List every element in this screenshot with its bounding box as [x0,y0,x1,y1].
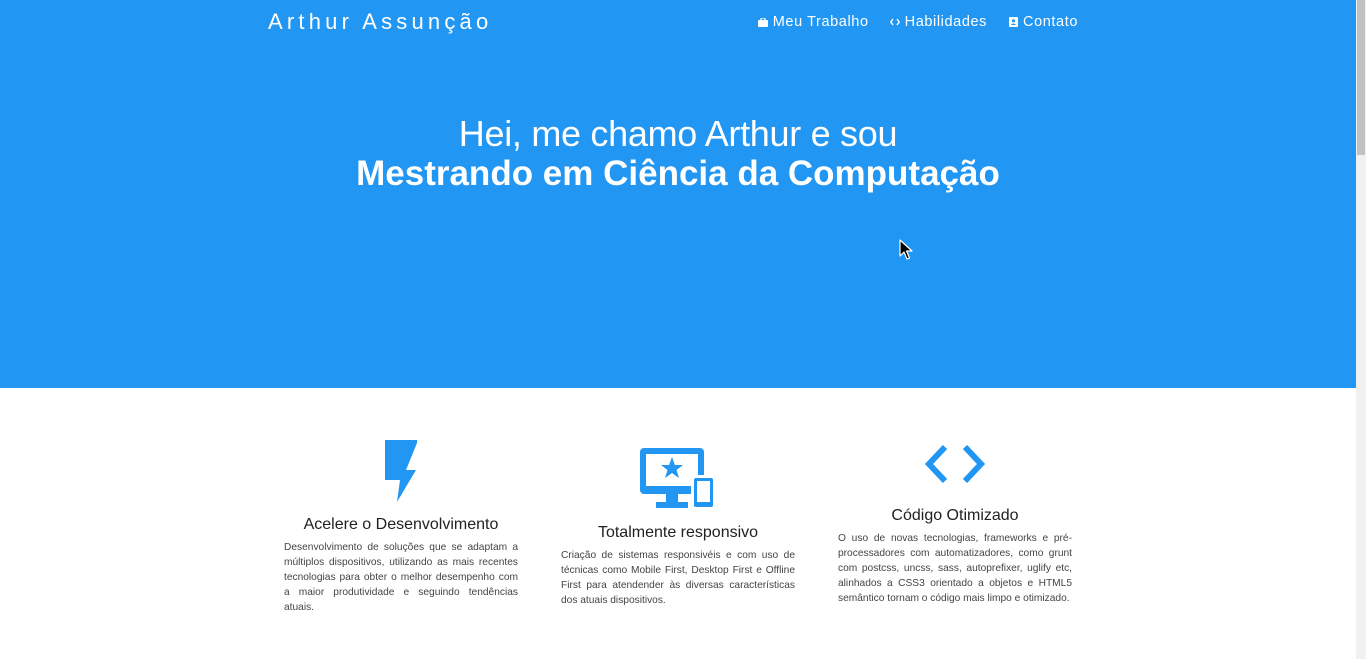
hero-section: Arthur Assunção Meu Trabalho Habilidades… [0,0,1356,388]
nav-item-meu-trabalho[interactable]: Meu Trabalho [757,12,869,32]
briefcase-icon [757,17,768,27]
hero-intro: Hei, me chamo Arthur e sou [458,113,898,154]
feature-card-acelere: Acelere o Desenvolvimento Desenvolviment… [284,440,518,615]
contact-card-icon [1008,17,1018,27]
feature-title: Acelere o Desenvolvimento [303,516,499,533]
code-brackets-icon [924,444,986,484]
code-icon [889,17,900,27]
nav-item-label: Meu Trabalho [772,14,869,30]
responsive-devices-icon [640,448,716,510]
feature-description: O uso de novas tecnologias, frameworks e… [838,533,1072,604]
brand-logo-text[interactable]: Arthur Assunção [268,7,492,37]
vertical-scrollbar[interactable] [1356,0,1366,659]
main-nav: Meu Trabalho Habilidades Contato [757,12,1078,32]
scrollbar-thumb[interactable] [1357,0,1365,155]
nav-item-contato[interactable]: Contato [1008,12,1078,32]
feature-title: Totalmente responsivo [597,524,759,541]
feature-card-codigo: Código Otimizado O uso de novas tecnolog… [838,444,1072,606]
nav-item-label: Contato [1023,14,1078,30]
mouse-cursor-icon [899,239,913,260]
nav-item-habilidades[interactable]: Habilidades [889,12,987,32]
nav-item-label: Habilidades [904,14,987,30]
feature-card-responsivo: Totalmente responsivo Criação de sistema… [561,446,795,608]
hero-title: Mestrando em Ciência da Computação [356,154,1000,193]
page: Arthur Assunção Meu Trabalho Habilidades… [0,0,1366,659]
feature-description: Desenvolvimento de soluções que se adapt… [284,542,518,613]
hero-headline: Hei, me chamo Arthur e sou Mestrando em … [0,113,1356,193]
feature-description: Criação de sistemas responsivéis e com u… [561,550,795,606]
lightning-bolt-icon [385,440,417,502]
feature-title: Código Otimizado [891,507,1019,524]
